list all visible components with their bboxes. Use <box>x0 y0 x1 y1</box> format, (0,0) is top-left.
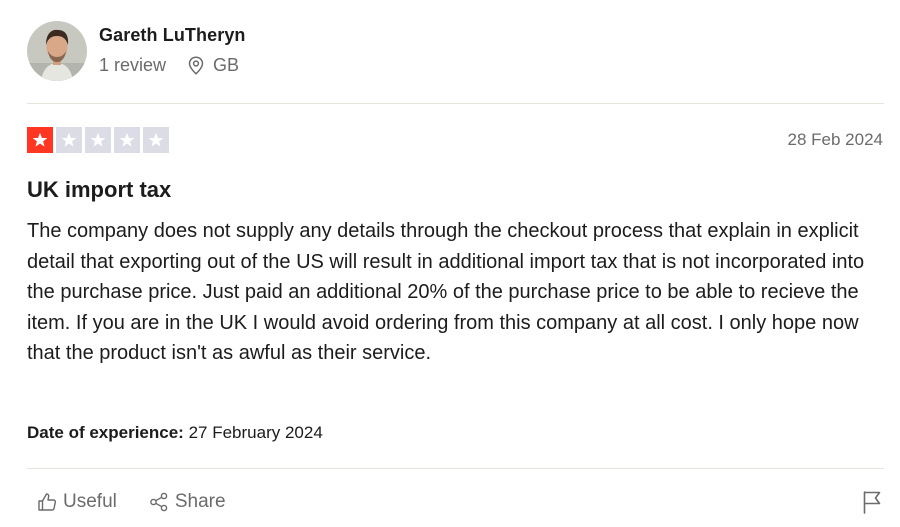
experience-date: 27 February 2024 <box>188 423 323 442</box>
reviewer-name[interactable]: Gareth LuTheryn <box>99 25 246 46</box>
reviewer-header: Gareth LuTheryn 1 review GB <box>27 20 246 82</box>
reviewer-country: GB <box>213 54 240 75</box>
useful-button[interactable]: Useful <box>37 491 117 513</box>
star-icon <box>143 127 169 153</box>
location-pin-icon <box>188 55 204 75</box>
thumbs-up-icon <box>38 493 57 511</box>
star-icon <box>56 127 82 153</box>
date-of-experience: Date of experience: 27 February 2024 <box>27 423 323 443</box>
review-body: The company does not supply any details … <box>27 220 865 364</box>
avatar[interactable] <box>27 21 87 81</box>
star-icon <box>114 127 140 153</box>
review-date: 28 Feb 2024 <box>787 130 883 149</box>
star-icon <box>85 127 111 153</box>
star-rating <box>27 127 169 153</box>
experience-label: Date of experience: <box>27 423 184 442</box>
report-flag-button[interactable] <box>862 490 882 519</box>
review-count: 1 review <box>99 54 167 75</box>
divider <box>27 468 884 469</box>
review-title[interactable]: UK import tax <box>27 177 171 203</box>
share-label: Share <box>174 491 226 512</box>
share-button[interactable]: Share <box>149 491 226 513</box>
star-icon <box>27 127 53 153</box>
share-icon <box>150 492 168 512</box>
useful-label: Useful <box>63 491 117 512</box>
flag-icon <box>863 491 881 514</box>
divider <box>27 103 884 104</box>
